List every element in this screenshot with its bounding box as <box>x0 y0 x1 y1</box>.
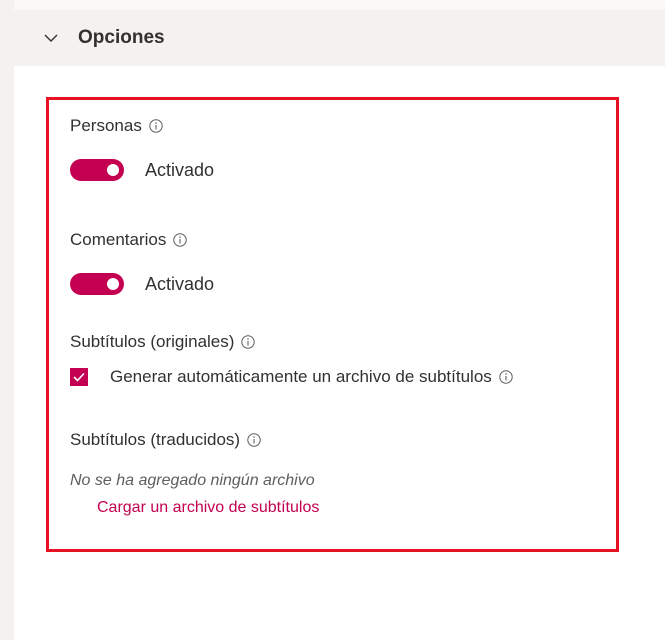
toggle-knob <box>107 164 119 176</box>
auto-subtitles-row: Generar automáticamente un archivo de su… <box>70 367 513 387</box>
subtitulos-traducidos-label: Subtítulos (traducidos) <box>70 430 241 449</box>
panel-top-edge <box>14 0 665 10</box>
info-icon[interactable] <box>499 370 513 384</box>
panel-left-edge <box>0 0 14 640</box>
personas-label-row: Personas <box>70 116 163 136</box>
upload-subtitles-link[interactable]: Cargar un archivo de subtítulos <box>97 499 319 517</box>
comentarios-label: Comentarios <box>70 230 167 249</box>
subtitulos-originales-label: Subtítulos (originales) <box>70 332 235 351</box>
comentarios-label-row: Comentarios <box>70 230 188 250</box>
personas-label: Personas <box>70 116 142 135</box>
comentarios-toggle-row: Activado <box>70 273 214 295</box>
personas-toggle[interactable] <box>70 159 124 181</box>
comentarios-toggle-state: Activado <box>145 273 215 294</box>
auto-subtitles-label-wrap: Generar automáticamente un archivo de su… <box>110 367 513 387</box>
info-icon[interactable] <box>149 119 163 133</box>
no-file-note: No se ha agregado ningún archivo <box>70 472 315 489</box>
toggle-knob <box>107 278 119 290</box>
chevron-down-icon[interactable] <box>44 31 58 45</box>
info-icon[interactable] <box>173 233 188 247</box>
subtitulos-originales-label-row: Subtítulos (originales) <box>70 332 256 352</box>
checkmark-icon <box>73 372 85 382</box>
comentarios-toggle[interactable] <box>70 273 124 295</box>
subtitulos-traducidos-label-row: Subtítulos (traducidos) <box>70 430 261 450</box>
auto-subtitles-checkbox[interactable] <box>70 368 88 386</box>
info-icon[interactable] <box>241 335 256 349</box>
auto-subtitles-label: Generar automáticamente un archivo de su… <box>110 367 492 386</box>
info-icon[interactable] <box>247 433 261 447</box>
personas-toggle-row: Activado <box>70 159 214 181</box>
options-section-header[interactable]: Opciones <box>14 10 665 66</box>
personas-toggle-state: Activado <box>145 159 215 180</box>
options-section-title: Opciones <box>78 27 165 48</box>
